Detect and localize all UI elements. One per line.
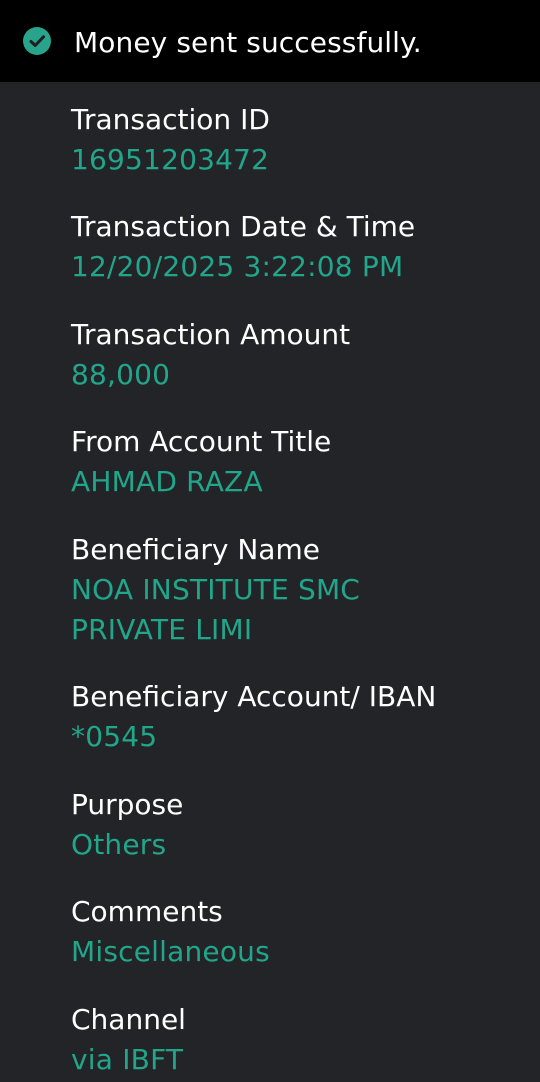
field-beneficiary-account-iban: Beneficiary Account/ IBAN *0545: [71, 677, 511, 757]
field-label: Comments: [71, 895, 223, 928]
field-value: AHMAD RAZA: [71, 465, 263, 498]
check-circle-icon: [23, 27, 51, 55]
field-value: via IBFT: [71, 1043, 184, 1076]
field-channel: Channel via IBFT: [71, 1000, 511, 1080]
field-transaction-id: Transaction ID 16951203472: [71, 100, 511, 180]
success-toast: Money sent successfully.: [0, 0, 540, 82]
field-comments: Comments Miscellaneous: [71, 892, 511, 972]
field-label: Transaction Date & Time: [71, 210, 416, 243]
field-value: 12/20/2025 3:22:08 PM: [71, 250, 404, 283]
field-label: Purpose: [71, 788, 184, 821]
field-value: Others: [71, 828, 167, 861]
field-purpose: Purpose Others: [71, 785, 511, 865]
field-value: *0545: [71, 720, 158, 753]
field-value: NOA INSTITUTE SMC PRIVATE LIMI: [71, 573, 361, 646]
field-value: 16951203472: [71, 143, 270, 176]
field-transaction-date-time: Transaction Date & Time 12/20/2025 3:22:…: [71, 207, 511, 287]
field-label: From Account Title: [71, 425, 332, 458]
field-value: 88,000: [71, 358, 171, 391]
field-from-account-title: From Account Title AHMAD RAZA: [71, 422, 511, 502]
toast-message: Money sent successfully.: [74, 26, 422, 59]
field-label: Transaction Amount: [71, 318, 351, 351]
field-transaction-amount: Transaction Amount 88,000: [71, 315, 511, 395]
field-label: Channel: [71, 1003, 186, 1036]
field-label: Beneficiary Account/ IBAN: [71, 680, 437, 713]
field-beneficiary-name: Beneficiary Name NOA INSTITUTE SMC PRIVA…: [71, 530, 511, 650]
field-value: Miscellaneous: [71, 935, 270, 968]
field-label: Beneficiary Name: [71, 533, 320, 566]
field-label: Transaction ID: [71, 103, 270, 136]
